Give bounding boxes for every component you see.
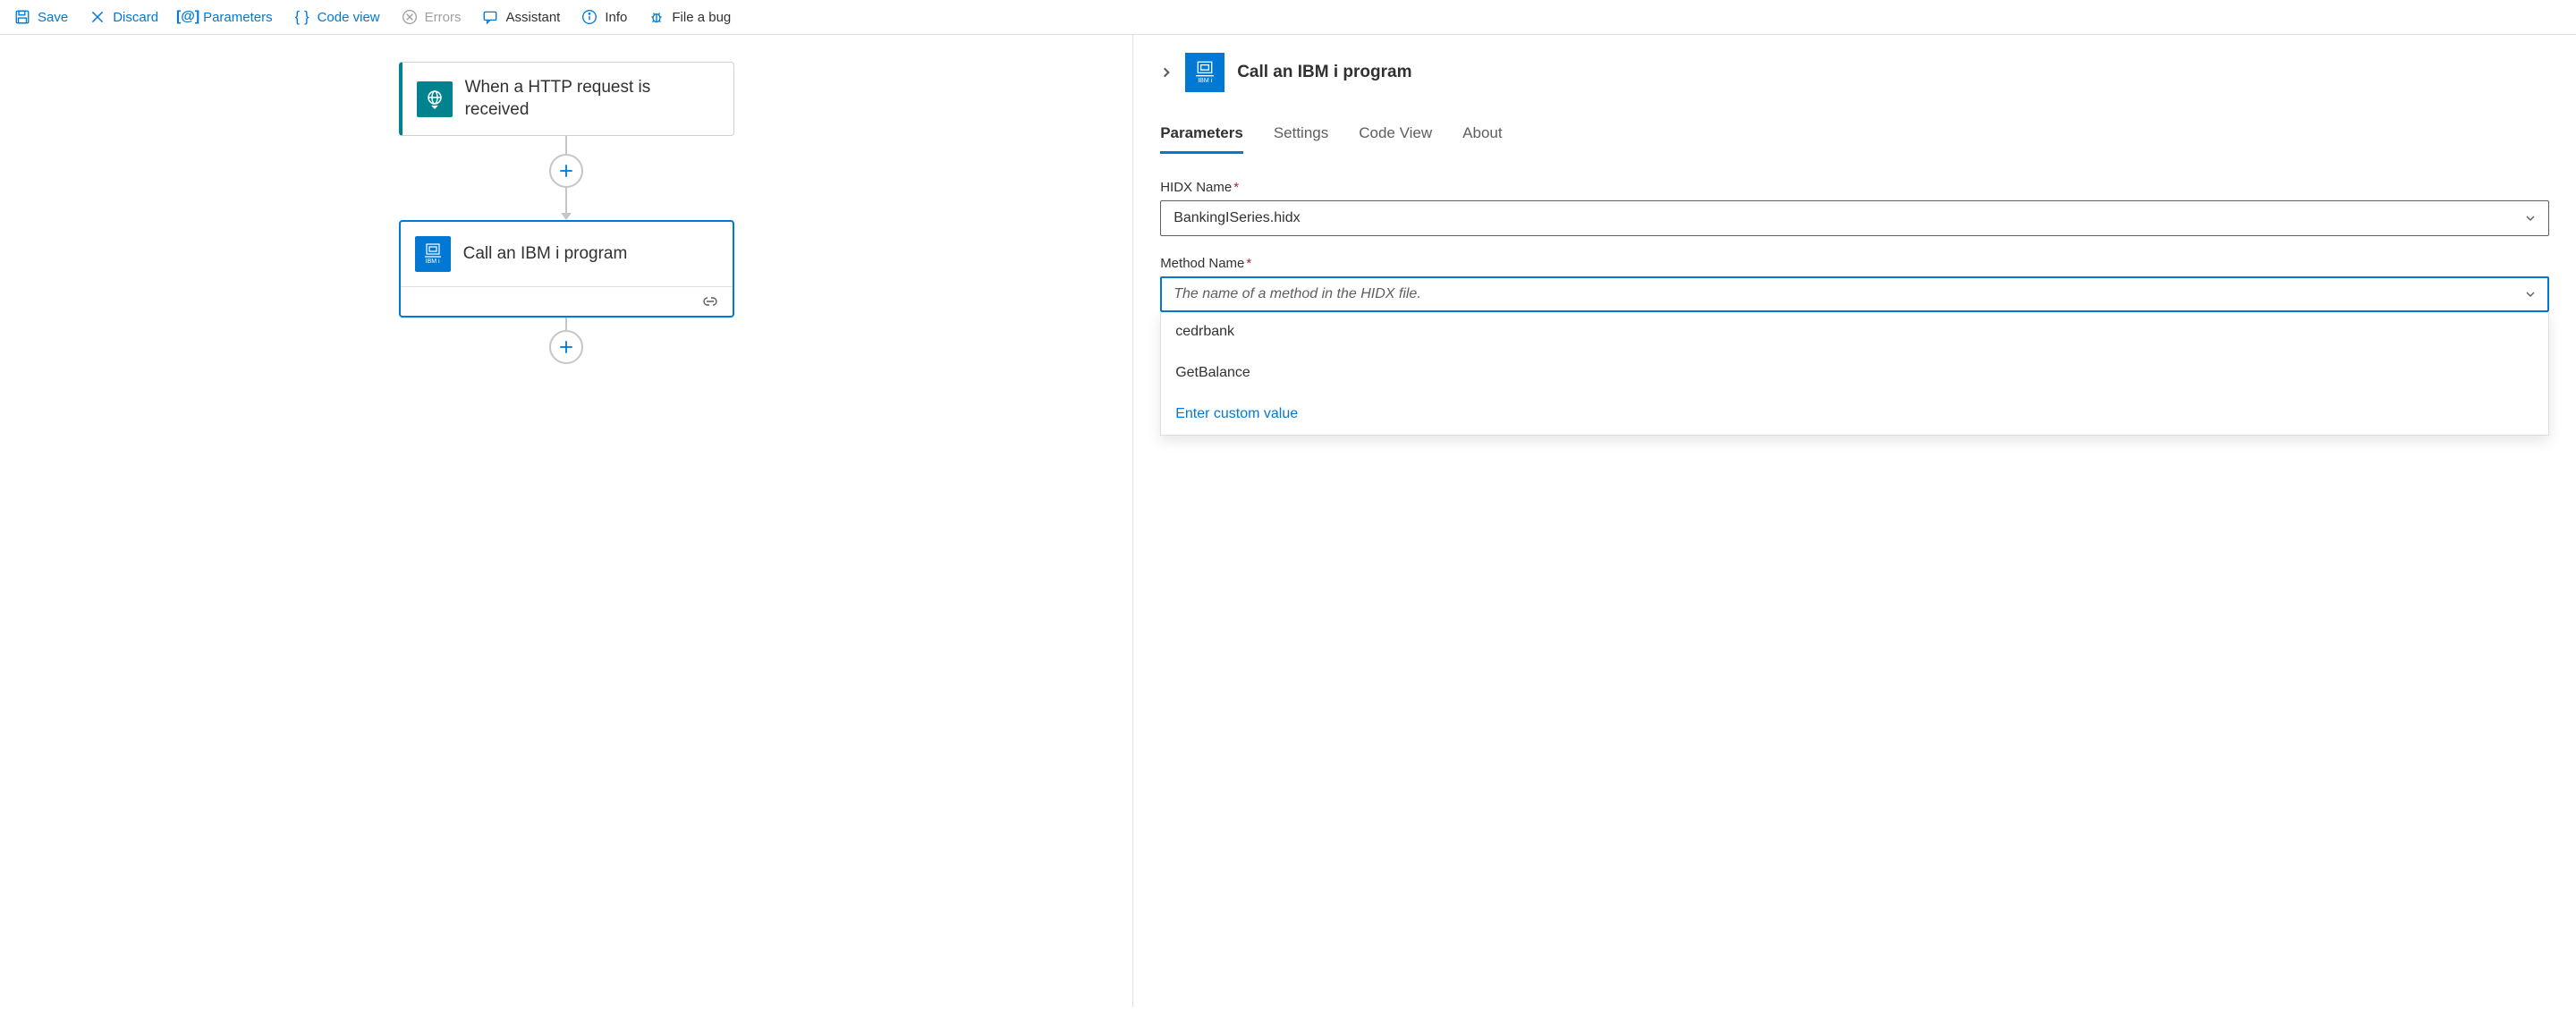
method-dropdown: cedrbank GetBalance Enter custom value — [1160, 311, 2549, 436]
assistant-label: Assistant — [505, 10, 560, 25]
tab-code-view[interactable]: Code View — [1359, 119, 1432, 154]
connector — [549, 136, 583, 220]
info-button[interactable]: Info — [581, 9, 627, 25]
dropdown-option-cedrbank[interactable]: cedrbank — [1161, 311, 2548, 352]
tab-parameters[interactable]: Parameters — [1160, 119, 1243, 154]
tab-settings[interactable]: Settings — [1274, 119, 1328, 154]
connector-end — [549, 318, 583, 364]
chat-icon — [482, 9, 498, 25]
panel-ibm-icon: IBM i — [1185, 53, 1224, 92]
close-icon — [89, 9, 106, 25]
parameters-label: Parameters — [203, 10, 273, 25]
assistant-button[interactable]: Assistant — [482, 9, 560, 25]
panel-header: IBM i Call an IBM i program — [1160, 53, 2549, 92]
method-label: Method Name* — [1160, 256, 2549, 271]
add-step-button-end[interactable] — [549, 330, 583, 364]
save-icon — [14, 9, 30, 25]
dropdown-option-getbalance[interactable]: GetBalance — [1161, 352, 2548, 394]
toolbar: Save Discard [@] Parameters { } Code vie… — [0, 0, 2576, 35]
add-step-button[interactable] — [549, 154, 583, 188]
code-view-label: Code view — [318, 10, 380, 25]
braces-icon: { } — [294, 9, 310, 25]
workflow-canvas: When a HTTP request is received IBM i Ca… — [0, 35, 1133, 1007]
hidx-name-combobox[interactable]: BankingISeries.hidx — [1160, 200, 2549, 236]
hidx-value: BankingISeries.hidx — [1174, 210, 1300, 226]
error-icon — [402, 9, 418, 25]
trigger-title: When a HTTP request is received — [465, 77, 719, 121]
link-icon[interactable] — [700, 294, 720, 309]
chevron-down-icon — [2525, 289, 2536, 300]
save-label: Save — [38, 10, 68, 25]
node-footer — [401, 286, 733, 316]
action-title: Call an IBM i program — [463, 243, 628, 266]
info-label: Info — [605, 10, 627, 25]
hidx-name-field: HIDX Name* BankingISeries.hidx — [1160, 180, 2549, 236]
main-content: When a HTTP request is received IBM i Ca… — [0, 35, 2576, 1007]
workflow-flow: When a HTTP request is received IBM i Ca… — [396, 62, 736, 980]
arrow-down-icon — [561, 213, 572, 220]
file-bug-button[interactable]: File a bug — [648, 9, 731, 25]
bug-icon — [648, 9, 665, 25]
file-bug-label: File a bug — [672, 10, 731, 25]
tab-about[interactable]: About — [1462, 119, 1502, 154]
method-placeholder: The name of a method in the HIDX file. — [1174, 286, 1421, 302]
action-node[interactable]: IBM i Call an IBM i program — [399, 220, 734, 318]
method-name-combobox[interactable]: The name of a method in the HIDX file. — [1160, 276, 2549, 312]
method-name-field: Method Name* The name of a method in the… — [1160, 256, 2549, 436]
dropdown-custom-value[interactable]: Enter custom value — [1161, 394, 2548, 435]
collapse-chevron-icon[interactable] — [1160, 66, 1173, 79]
save-button[interactable]: Save — [14, 9, 68, 25]
trigger-node[interactable]: When a HTTP request is received — [399, 62, 734, 136]
chevron-down-icon — [2525, 213, 2536, 224]
errors-button: Errors — [402, 9, 462, 25]
errors-label: Errors — [425, 10, 462, 25]
info-icon — [581, 9, 597, 25]
code-view-button[interactable]: { } Code view — [294, 9, 380, 25]
parameters-icon: [@] — [180, 9, 196, 25]
panel-tabs: Parameters Settings Code View About — [1160, 119, 2549, 155]
details-panel: IBM i Call an IBM i program Parameters S… — [1133, 35, 2576, 1007]
hidx-label: HIDX Name* — [1160, 180, 2549, 195]
discard-button[interactable]: Discard — [89, 9, 158, 25]
parameters-button[interactable]: [@] Parameters — [180, 9, 273, 25]
ibm-i-icon: IBM i — [415, 236, 451, 272]
panel-title: Call an IBM i program — [1237, 63, 1411, 82]
http-icon — [417, 81, 453, 117]
discard-label: Discard — [113, 10, 158, 25]
